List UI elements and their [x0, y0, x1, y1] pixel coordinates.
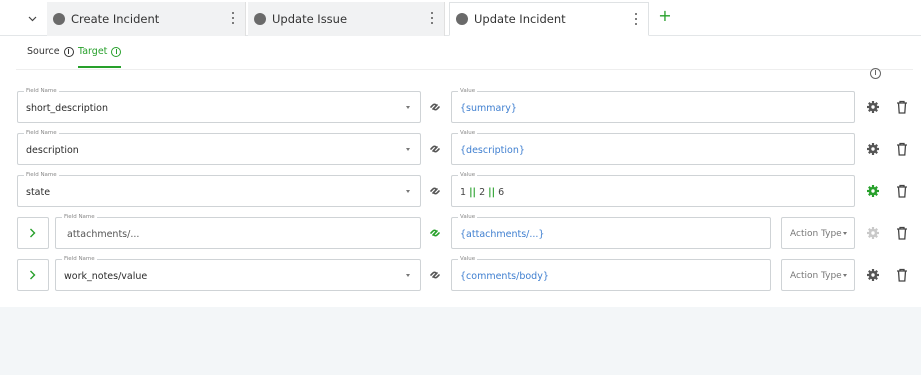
dropdown-caret-icon — [406, 106, 410, 109]
kebab-menu-icon[interactable] — [634, 13, 638, 25]
trash-icon[interactable] — [896, 100, 908, 114]
dropdown-caret-icon — [406, 190, 410, 193]
field-name-label: Field Name — [62, 255, 97, 263]
mapping-row: Field Name short_description Value {summ… — [0, 87, 921, 125]
gear-icon[interactable] — [866, 142, 880, 156]
gear-icon[interactable] — [866, 268, 880, 282]
tab-update-issue[interactable]: Update Issue — [248, 2, 445, 36]
trash-icon[interactable] — [896, 142, 908, 156]
kebab-menu-icon[interactable] — [430, 12, 434, 24]
tab-label: Update Issue — [272, 12, 348, 26]
info-icon[interactable] — [111, 47, 122, 57]
chevron-right-icon — [30, 228, 36, 238]
field-name-value: state — [26, 187, 51, 198]
action-type-select[interactable]: Action Type — [781, 259, 855, 291]
gear-icon — [867, 227, 879, 239]
action-type-select[interactable]: Action Type — [781, 217, 855, 249]
expand-row-button[interactable] — [17, 259, 49, 291]
expand-row-button[interactable] — [17, 217, 49, 249]
tab-status-dot — [53, 13, 65, 25]
value-label: Value — [458, 255, 478, 263]
value-input[interactable]: Value {description} — [451, 129, 855, 165]
dropdown-caret-icon — [406, 148, 410, 151]
value-input[interactable]: Value {comments/body} — [451, 255, 771, 291]
trash-icon[interactable] — [896, 268, 908, 282]
value-text: 1 || 2 || 6 — [460, 187, 504, 198]
action-type-label: Action Type — [790, 229, 842, 239]
chevron-right-icon — [30, 270, 36, 280]
tab-status-dot — [456, 13, 468, 25]
tab-target-label: Target — [78, 46, 108, 57]
link-icon[interactable] — [428, 268, 442, 282]
field-name-value: short_description — [26, 103, 108, 114]
tab-create-incident[interactable]: Create Incident — [47, 2, 246, 36]
subtab-divider — [16, 69, 913, 70]
link-icon[interactable] — [428, 100, 442, 114]
dropdown-caret-icon — [406, 274, 410, 277]
mapping-row: Field Name attachments/... Value {attach… — [0, 213, 921, 251]
value-text: {description} — [460, 145, 525, 156]
gear-icon[interactable] — [866, 100, 880, 114]
mapping-row: Field Name description Value {descriptio… — [0, 129, 921, 167]
tab-source[interactable]: Source — [27, 46, 74, 68]
field-name-select[interactable]: Field Name description — [17, 129, 421, 165]
tab-source-label: Source — [27, 46, 60, 57]
dropdown-caret-icon — [843, 232, 847, 235]
value-text: {attachments/...} — [460, 229, 545, 240]
tab-status-dot — [254, 13, 266, 25]
action-type-label: Action Type — [790, 271, 842, 281]
value-token: 1 — [460, 187, 467, 198]
field-name-select[interactable]: Field Name short_description — [17, 87, 421, 123]
value-label: Value — [458, 129, 478, 137]
value-token: 6 — [498, 187, 505, 198]
value-input[interactable]: Value {attachments/...} — [451, 213, 771, 249]
tab-target[interactable]: Target — [78, 46, 122, 68]
value-label: Value — [458, 213, 478, 221]
value-text: {summary} — [460, 103, 517, 114]
trash-icon[interactable] — [896, 226, 908, 240]
field-name-label: Field Name — [62, 213, 97, 221]
value-text: {comments/body} — [460, 271, 549, 282]
kebab-menu-icon[interactable] — [231, 12, 235, 24]
collapse-toggle[interactable] — [17, 4, 47, 34]
value-label: Value — [458, 87, 478, 95]
field-name-value: attachments/... — [67, 229, 140, 240]
value-input[interactable]: Value 1 || 2 || 6 — [451, 171, 855, 207]
mapping-panel: Create Incident Update Issue Update Inci… — [0, 0, 921, 307]
value-label: Value — [458, 171, 478, 179]
gear-icon[interactable] — [866, 184, 880, 198]
tab-update-incident[interactable]: Update Incident — [449, 2, 649, 36]
tab-label: Create Incident — [71, 12, 160, 26]
value-token: 2 — [479, 187, 486, 198]
field-name-select[interactable]: Field Name state — [17, 171, 421, 207]
mapping-row: Field Name state Value 1 || 2 || 6 — [0, 171, 921, 209]
field-name-label: Field Name — [24, 171, 59, 179]
field-name-value: work_notes/value — [64, 271, 148, 282]
value-separator: || — [488, 187, 496, 198]
tab-bar: Create Incident Update Issue Update Inci… — [0, 0, 921, 36]
info-icon[interactable] — [63, 47, 74, 57]
tab-label: Update Incident — [474, 12, 566, 26]
field-name-select[interactable]: Field Name work_notes/value — [55, 255, 421, 291]
subtab-bar: Source Target — [0, 36, 921, 70]
chevron-down-icon — [28, 16, 36, 22]
link-icon[interactable] — [428, 226, 442, 240]
dropdown-caret-icon — [843, 274, 847, 277]
mapping-row: Field Name work_notes/value Value {comme… — [0, 255, 921, 293]
link-icon[interactable] — [428, 142, 442, 156]
link-icon[interactable] — [428, 184, 442, 198]
field-name-label: Field Name — [24, 87, 59, 95]
field-name-label: Field Name — [24, 129, 59, 137]
field-name-input[interactable]: Field Name attachments/... — [55, 213, 421, 249]
field-name-value: description — [26, 145, 79, 156]
value-input[interactable]: Value {summary} — [451, 87, 855, 123]
add-tab-icon[interactable]: + — [656, 6, 674, 26]
trash-icon[interactable] — [896, 184, 908, 198]
info-icon[interactable] — [870, 68, 881, 79]
value-separator: || — [469, 187, 477, 198]
